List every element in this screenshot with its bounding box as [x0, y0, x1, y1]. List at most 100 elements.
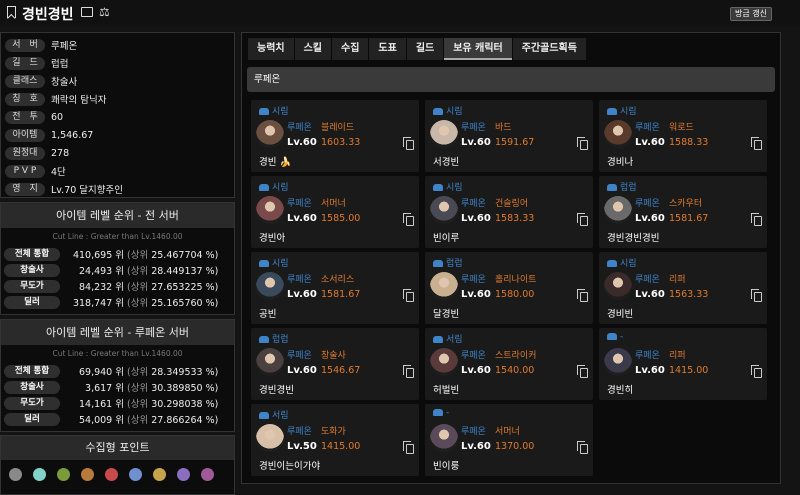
copy-icon[interactable]: [403, 137, 414, 150]
collection-icon[interactable]: [153, 468, 166, 481]
character-card[interactable]: 서림 루페온 도화가 Lv.50 1415.00 경빈이는이가야: [251, 404, 419, 476]
guild-label: 시림: [433, 180, 463, 193]
guild-label: 서림: [259, 408, 289, 421]
collection-title: 수집형 포인트: [1, 436, 234, 460]
copy-icon[interactable]: [577, 289, 588, 302]
class-name: 홀리나이트: [495, 275, 537, 285]
character-card[interactable]: 시림 루페온 바드 Lv.60 1591.67 서경빈: [425, 100, 593, 172]
copy-icon[interactable]: [577, 137, 588, 150]
collection-icon[interactable]: [81, 468, 94, 481]
character-name: 경비나: [607, 157, 634, 168]
info-value: 4단: [51, 167, 66, 178]
rank-row: 무도가 84,232 위 (상위 27.653225 %): [1, 278, 234, 294]
copy-icon[interactable]: [403, 365, 414, 378]
main-panel: 능력치 스킬 수집 도표 길드 보유 캐릭터 주간골드획득 루페온 시림 루페온 블레이드 Lv.…: [241, 32, 781, 484]
character-card[interactable]: 시림 루페온 서머너 Lv.60 1585.00 경빈아: [251, 176, 419, 248]
character-card[interactable]: 시림 루페온 블레이드 Lv.60 1603.33 경빈 🍌: [251, 100, 419, 172]
info-row: 서 버 루페온: [5, 36, 234, 54]
copy-icon[interactable]: [403, 289, 414, 302]
rank-percent-value: 25.467704 %): [151, 250, 219, 261]
guild-label: 럽럽: [259, 332, 289, 345]
server-name: 루페온: [287, 199, 312, 209]
info-row: 클래스 창술사: [5, 72, 234, 90]
rank-percent-value: 27.866264 %): [151, 415, 219, 426]
character-level: Lv.60: [461, 365, 491, 376]
rank-prefix: (상위: [127, 298, 149, 309]
character-card[interactable]: 시림 루페온 소서리스 Lv.60 1581.67 공빈: [251, 252, 419, 324]
character-name: 서경빈: [433, 157, 460, 168]
server-name: 루페온: [635, 351, 660, 361]
character-card[interactable]: - 루페온 서머너 Lv.60 1370.00 빈이룽: [425, 404, 593, 476]
guild-label: 시림: [259, 180, 289, 193]
collection-icon[interactable]: [177, 468, 190, 481]
item-level: 1603.33: [321, 137, 361, 148]
server-name: 루페온: [635, 199, 660, 209]
scales-icon[interactable]: ⚖: [99, 5, 110, 19]
character-name: 경빈경빈경빈: [607, 233, 660, 244]
collection-icon[interactable]: [57, 468, 70, 481]
rank-percent: (상위 28.349533 %): [127, 364, 218, 378]
character-card[interactable]: - 루페온 리퍼 Lv.60 1415.00 경빈히: [599, 328, 767, 400]
rank-label: 딜러: [4, 295, 60, 309]
rank-number: 410,695 위: [72, 250, 124, 261]
collection-icon[interactable]: [9, 468, 22, 481]
character-avatar: [256, 196, 284, 224]
character-card[interactable]: 럽럽 루페온 창술사 Lv.60 1546.67 경빈경빈: [251, 328, 419, 400]
character-name: 빈이룽: [433, 461, 460, 472]
character-card[interactable]: 시림 루페온 건슬링어 Lv.60 1583.33 빈이루: [425, 176, 593, 248]
collection-points: 수집형 포인트: [0, 435, 235, 495]
copy-icon[interactable]: [751, 289, 762, 302]
bookmark-icon[interactable]: [7, 6, 16, 18]
rank-label: 전체 통합: [4, 364, 60, 378]
refresh-button[interactable]: 방금 갱신: [730, 7, 772, 21]
class-name: 소서리스: [321, 275, 355, 285]
guild-label: 서림: [433, 332, 463, 345]
tab-1[interactable]: 스킬: [294, 38, 332, 60]
class-name: 리퍼: [669, 351, 686, 361]
copy-icon[interactable]: [403, 441, 414, 454]
rank-number: 318,747 위: [72, 298, 124, 309]
rank-row: 창술사 3,617 위 (상위 30.389850 %): [1, 379, 234, 395]
rank-server-title: 아이템 레벨 순위 - 루페온 서버: [1, 320, 234, 345]
rank-percent-value: 28.349533 %): [151, 367, 219, 378]
character-card[interactable]: 럽럽 루페온 스카우터 Lv.60 1581.67 경빈경빈경빈: [599, 176, 767, 248]
rank-number: 84,232 위: [78, 282, 124, 293]
tab-5[interactable]: 보유 캐릭터: [444, 38, 512, 60]
character-card[interactable]: 럽럽 루페온 홀리나이트 Lv.60 1580.00 달경빈: [425, 252, 593, 324]
tab-2[interactable]: 수집: [332, 38, 369, 60]
tab-4[interactable]: 길드: [406, 38, 444, 60]
top-bar: 경빈경빈 ⚖ 방금 갱신: [0, 0, 800, 26]
copy-icon[interactable]: [577, 441, 588, 454]
character-avatar: [604, 348, 632, 376]
rank-all-title: 아이템 레벨 순위 - 전 서버: [1, 203, 234, 228]
info-row: 아이템 1,546.67: [5, 126, 234, 144]
id-card-icon[interactable]: [81, 7, 93, 17]
collection-icon[interactable]: [105, 468, 118, 481]
collection-icon[interactable]: [201, 468, 214, 481]
collection-icon[interactable]: [129, 468, 142, 481]
class-name: 바드: [495, 123, 512, 133]
item-level: 1415.00: [669, 365, 709, 376]
character-card[interactable]: 서림 루페온 스트라이커 Lv.60 1540.00 허벌빈: [425, 328, 593, 400]
character-name: 달경빈: [433, 309, 460, 320]
character-card[interactable]: 시림 루페온 리퍼 Lv.60 1563.33 경비빈: [599, 252, 767, 324]
character-card[interactable]: 시림 루페온 워로드 Lv.60 1588.33 경비나: [599, 100, 767, 172]
copy-icon[interactable]: [751, 137, 762, 150]
collection-icon[interactable]: [33, 468, 46, 481]
info-row: 영 지 Lv.70 달지향주인: [5, 180, 234, 198]
tab-0[interactable]: 능력치: [248, 38, 294, 60]
rank-number: 69,940 위: [78, 367, 124, 378]
tab-3[interactable]: 도표: [369, 38, 406, 60]
copy-icon[interactable]: [403, 213, 414, 226]
copy-icon[interactable]: [751, 213, 762, 226]
rank-number: 3,617 위: [85, 383, 124, 394]
copy-icon[interactable]: [751, 365, 762, 378]
copy-icon[interactable]: [577, 365, 588, 378]
tab-6[interactable]: 주간골드획득: [512, 38, 586, 60]
copy-icon[interactable]: [577, 213, 588, 226]
character-avatar: [604, 272, 632, 300]
character-level: Lv.60: [461, 289, 491, 300]
character-level: Lv.50: [287, 441, 317, 452]
info-label: 클래스: [5, 74, 45, 88]
cut-line: Cut Line : Greater than Lv.1460.00: [52, 232, 183, 241]
